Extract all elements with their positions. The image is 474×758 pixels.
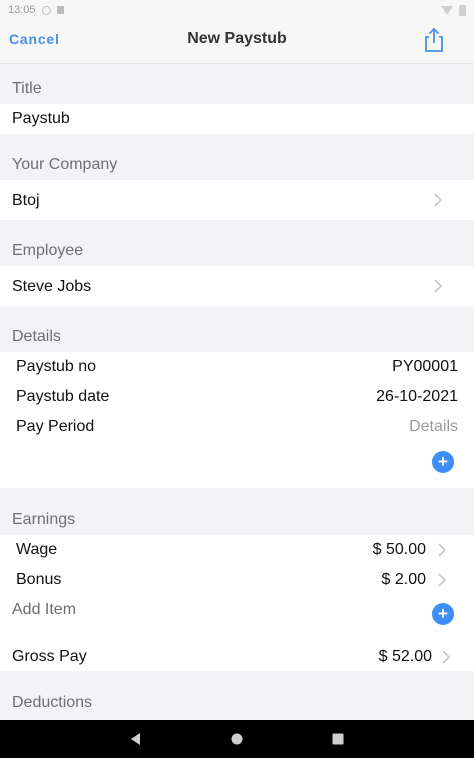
section-header-earnings: Earnings <box>12 511 76 528</box>
earning-item-value: $ 2.00 <box>381 571 426 588</box>
earning-item-value: $ 50.00 <box>372 541 426 558</box>
sim-icon <box>56 6 64 14</box>
earning-item-label: Bonus <box>16 571 62 588</box>
gross-pay-value: $ 52.00 <box>378 648 432 665</box>
nav-bar: Cancel New Paystub <box>0 20 474 64</box>
battery-icon <box>459 4 466 16</box>
details-card: Paystub no PY00001 Paystub date 26-10-20… <box>0 352 474 488</box>
status-time: 13:05 <box>8 4 36 16</box>
add-item-button[interactable]: + <box>432 603 454 625</box>
earning-item-label: Wage <box>16 541 58 558</box>
add-item-label: Add Item <box>12 601 77 618</box>
chevron-right-icon <box>438 573 446 587</box>
section-header-deductions: Deductions <box>12 694 93 711</box>
system-nav-bar <box>0 720 474 758</box>
share-icon[interactable] <box>421 26 447 54</box>
section-header-title: Title <box>12 80 42 97</box>
title-value: Paystub <box>12 110 70 127</box>
section-header-employee: Employee <box>12 242 84 259</box>
section-header-company: Your Company <box>12 156 118 173</box>
recents-icon[interactable] <box>332 733 344 745</box>
chevron-right-icon <box>434 193 442 207</box>
wifi-icon <box>441 5 453 15</box>
chevron-right-icon <box>438 543 446 557</box>
home-icon[interactable] <box>230 732 244 746</box>
paystub-no-label: Paystub no <box>16 358 97 375</box>
add-pay-period-button[interactable]: + <box>432 451 454 473</box>
earnings-card: Wage $ 50.00 Bonus $ 2.00 Add Item + Gro… <box>0 535 474 671</box>
title-field[interactable]: Paystub <box>0 104 474 134</box>
paystub-no-value[interactable]: PY00001 <box>392 358 458 376</box>
employee-row[interactable]: Steve Jobs <box>0 266 474 306</box>
paystub-date-value[interactable]: 26-10-2021 <box>376 388 458 406</box>
section-header-details: Details <box>12 328 61 345</box>
chevron-right-icon <box>442 650 450 664</box>
status-bar: 13:05 <box>0 0 474 20</box>
notification-icon <box>41 5 51 15</box>
pay-period-value[interactable]: Details <box>409 418 458 436</box>
company-value: Btoj <box>12 192 40 209</box>
paystub-date-label: Paystub date <box>16 388 110 405</box>
chevron-right-icon <box>434 279 442 293</box>
page-title: New Paystub <box>187 30 287 47</box>
company-row[interactable]: Btoj <box>0 180 474 220</box>
gross-pay-label: Gross Pay <box>12 648 87 665</box>
pay-period-label: Pay Period <box>16 418 95 435</box>
back-icon[interactable] <box>129 732 141 746</box>
employee-value: Steve Jobs <box>12 278 92 295</box>
